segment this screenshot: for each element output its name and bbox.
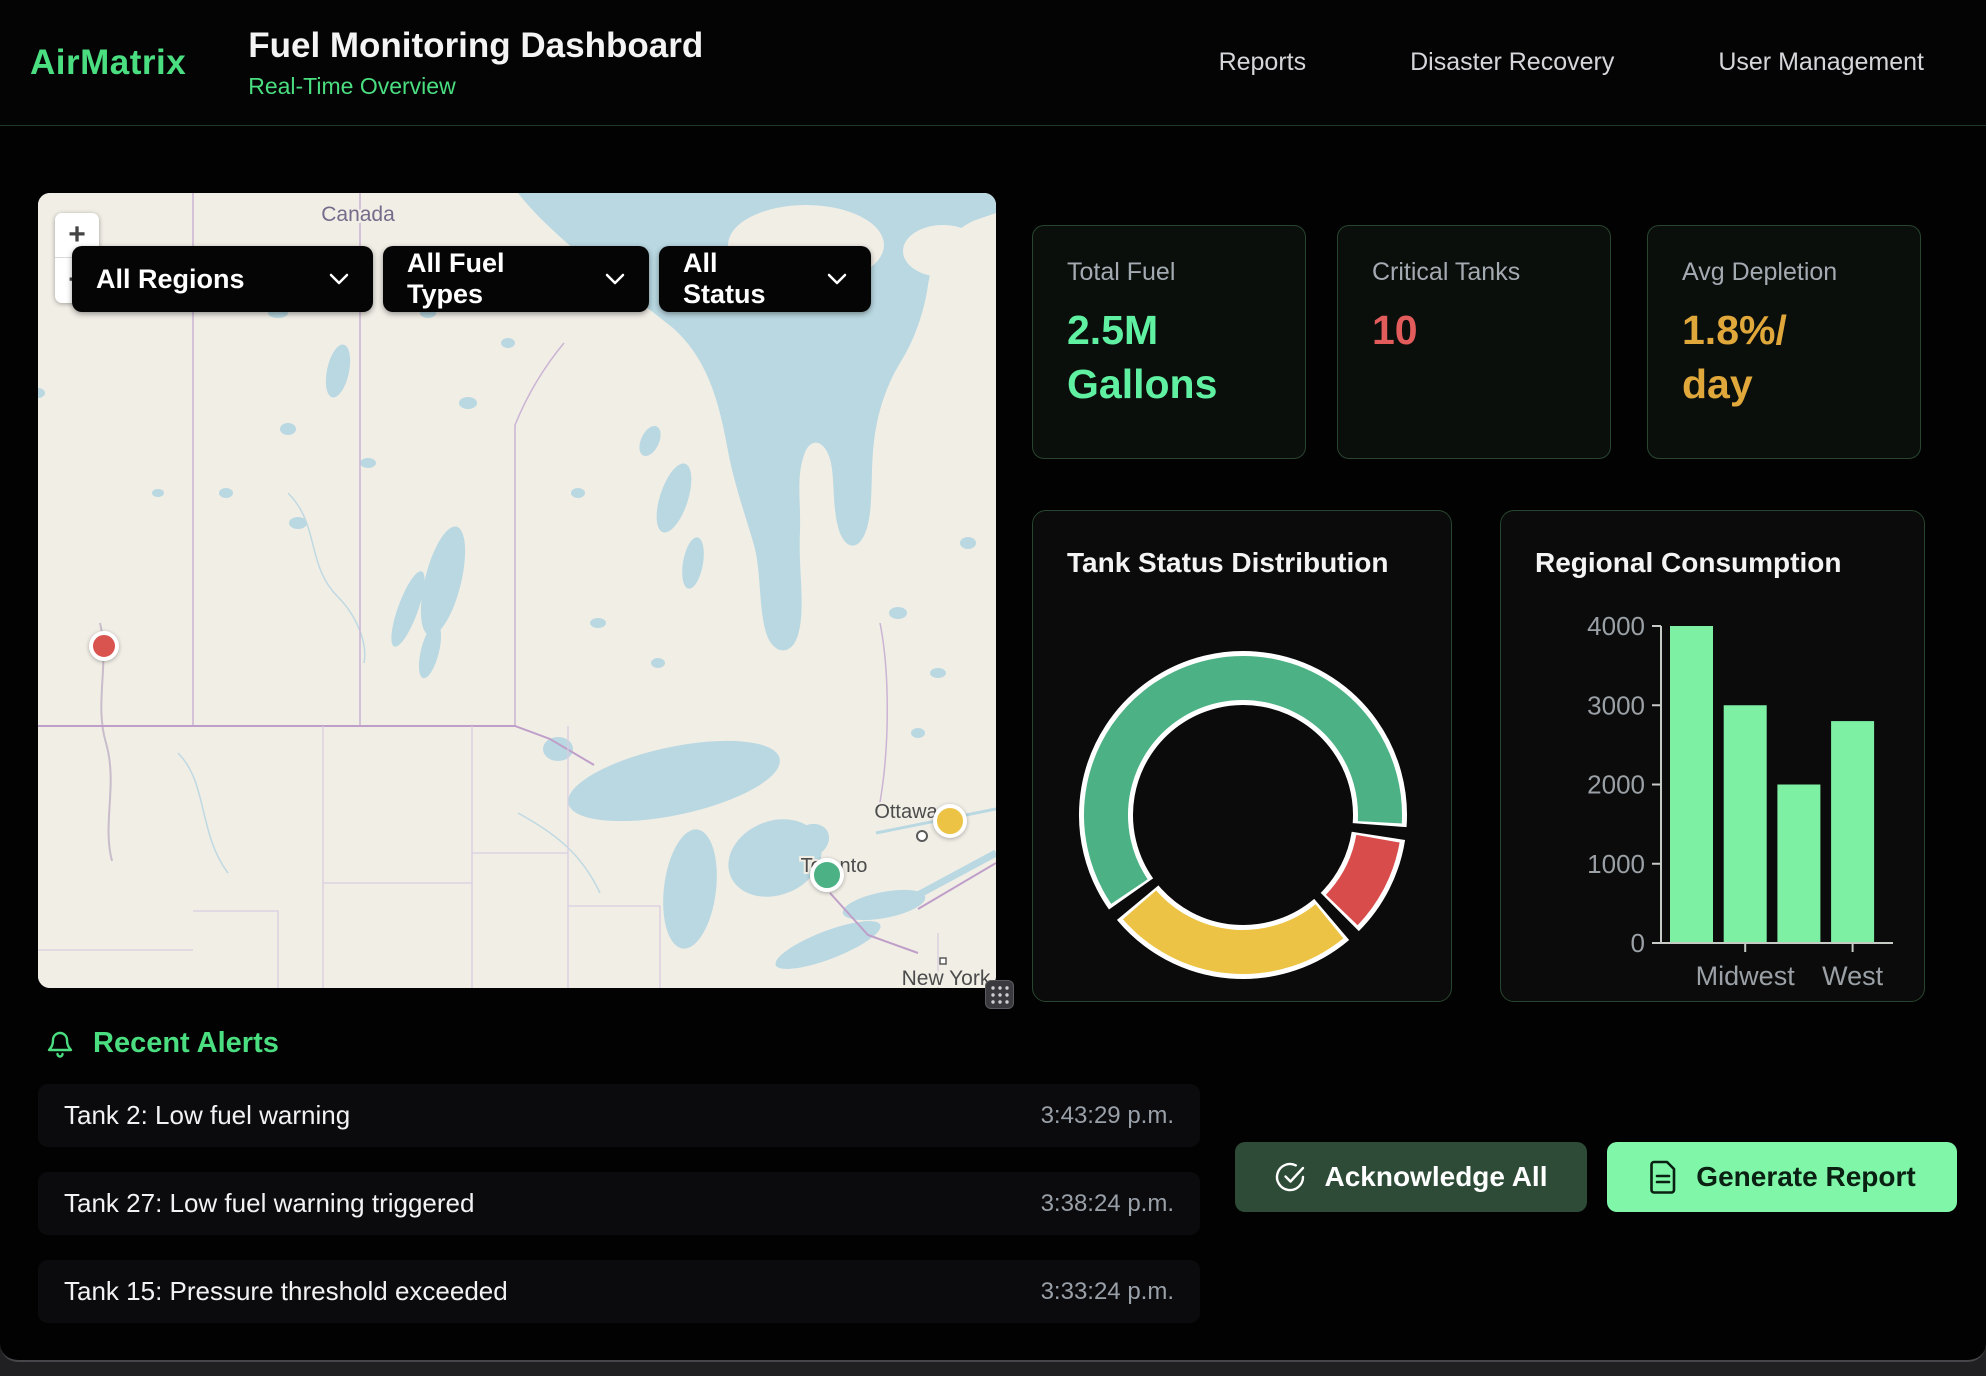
alerts-header: Recent Alerts [44,1026,279,1060]
alerts-title: Recent Alerts [93,1027,279,1060]
chart-title: Tank Status Distribution [1067,547,1389,579]
status-filter-value: All Status [683,248,801,310]
nav-reports[interactable]: Reports [1219,48,1307,77]
map-canvas: Canada Ottawa Toronto New York [38,193,996,988]
chevron-down-icon [827,273,847,285]
kpi-card-total-fuel: Total Fuel 2.5M Gallons [1032,225,1306,459]
region-filter-value: All Regions [96,264,245,295]
svg-text:2000: 2000 [1587,770,1645,800]
app-window: AirMatrix Fuel Monitoring Dashboard Real… [0,0,1986,1362]
generate-report-label: Generate Report [1696,1161,1915,1193]
kpi-card-critical-tanks: Critical Tanks 10 [1337,225,1611,459]
svg-text:West: West [1822,961,1884,991]
kpi-card-avg-depletion: Avg Depletion 1.8%/ day [1647,225,1921,459]
brand-logo[interactable]: AirMatrix [30,43,186,83]
tank-marker-normal[interactable] [810,858,844,892]
kpi-label: Total Fuel [1067,258,1271,287]
chevron-down-icon [329,273,349,285]
fuel-type-filter-dropdown[interactable]: All Fuel Types [383,246,649,312]
page-title: Fuel Monitoring Dashboard [248,26,703,66]
status-filter-dropdown[interactable]: All Status [659,246,871,312]
tank-status-donut-chart [1033,511,1452,1002]
bell-icon [44,1026,76,1060]
alert-text: Tank 15: Pressure threshold exceeded [64,1276,508,1307]
alert-row[interactable]: Tank 2: Low fuel warning 3:43:29 p.m. [38,1084,1200,1147]
kpi-label: Critical Tanks [1372,258,1576,287]
svg-text:3000: 3000 [1587,690,1645,720]
page-subtitle: Real-Time Overview [248,73,703,100]
map-filters: All Regions All Fuel Types All Status [72,246,871,312]
kpi-value: 1.8%/ day [1682,303,1886,411]
alert-text: Tank 2: Low fuel warning [64,1100,350,1131]
regional-consumption-card: Regional Consumption 0 1000 2000 3000 4000 Mi… [1500,510,1925,1002]
acknowledge-all-label: Acknowledge All [1324,1161,1547,1193]
svg-text:0: 0 [1631,928,1645,958]
alert-time: 3:38:24 p.m. [1041,1190,1174,1218]
map-label-ottawa: Ottawa [874,801,938,823]
regional-consumption-bar-chart: 0 1000 2000 3000 4000 Midwest West [1501,511,1925,1002]
tank-marker-warning[interactable] [933,804,967,838]
kpi-label: Avg Depletion [1682,258,1886,287]
check-circle-icon [1274,1161,1306,1193]
chart-title: Regional Consumption [1535,547,1841,579]
alert-row[interactable]: Tank 27: Low fuel warning triggered 3:38… [38,1172,1200,1235]
kpi-value: 10 [1372,303,1576,357]
kpi-value: 2.5M Gallons [1067,303,1271,411]
grip-dots-icon [989,984,1011,1006]
svg-text:1000: 1000 [1587,849,1645,879]
svg-text:4000: 4000 [1587,611,1645,641]
tank-marker-critical[interactable] [89,631,119,661]
dashboard-screen: AirMatrix Fuel Monitoring Dashboard Real… [0,0,1986,1376]
fuel-map[interactable]: Canada Ottawa Toronto New York + − All R… [38,193,996,988]
map-label-newyork: New York [902,967,991,988]
alert-text: Tank 27: Low fuel warning triggered [64,1188,474,1219]
alert-row[interactable]: Tank 15: Pressure threshold exceeded 3:3… [38,1260,1200,1323]
resize-grip-handle[interactable] [985,980,1014,1009]
newyork-city-dot [940,958,946,964]
alert-time: 3:43:29 p.m. [1041,1102,1174,1130]
main-nav: Reports Disaster Recovery User Managemen… [1219,48,1924,77]
chevron-down-icon [605,273,625,285]
map-label-canada: Canada [321,203,395,226]
svg-text:Midwest: Midwest [1696,961,1796,991]
nav-disaster-recovery[interactable]: Disaster Recovery [1410,48,1614,77]
generate-report-button[interactable]: Generate Report [1607,1142,1957,1212]
region-filter-dropdown[interactable]: All Regions [72,246,373,312]
nav-user-management[interactable]: User Management [1718,48,1924,77]
title-block: Fuel Monitoring Dashboard Real-Time Over… [248,26,703,100]
ottawa-city-dot [917,831,927,841]
tank-status-distribution-card: Tank Status Distribution [1032,510,1452,1002]
fuel-type-filter-value: All Fuel Types [407,248,579,310]
acknowledge-all-button[interactable]: Acknowledge All [1235,1142,1587,1212]
alert-time: 3:33:24 p.m. [1041,1278,1174,1306]
header-bar: AirMatrix Fuel Monitoring Dashboard Real… [0,0,1986,126]
report-document-icon [1648,1160,1678,1194]
